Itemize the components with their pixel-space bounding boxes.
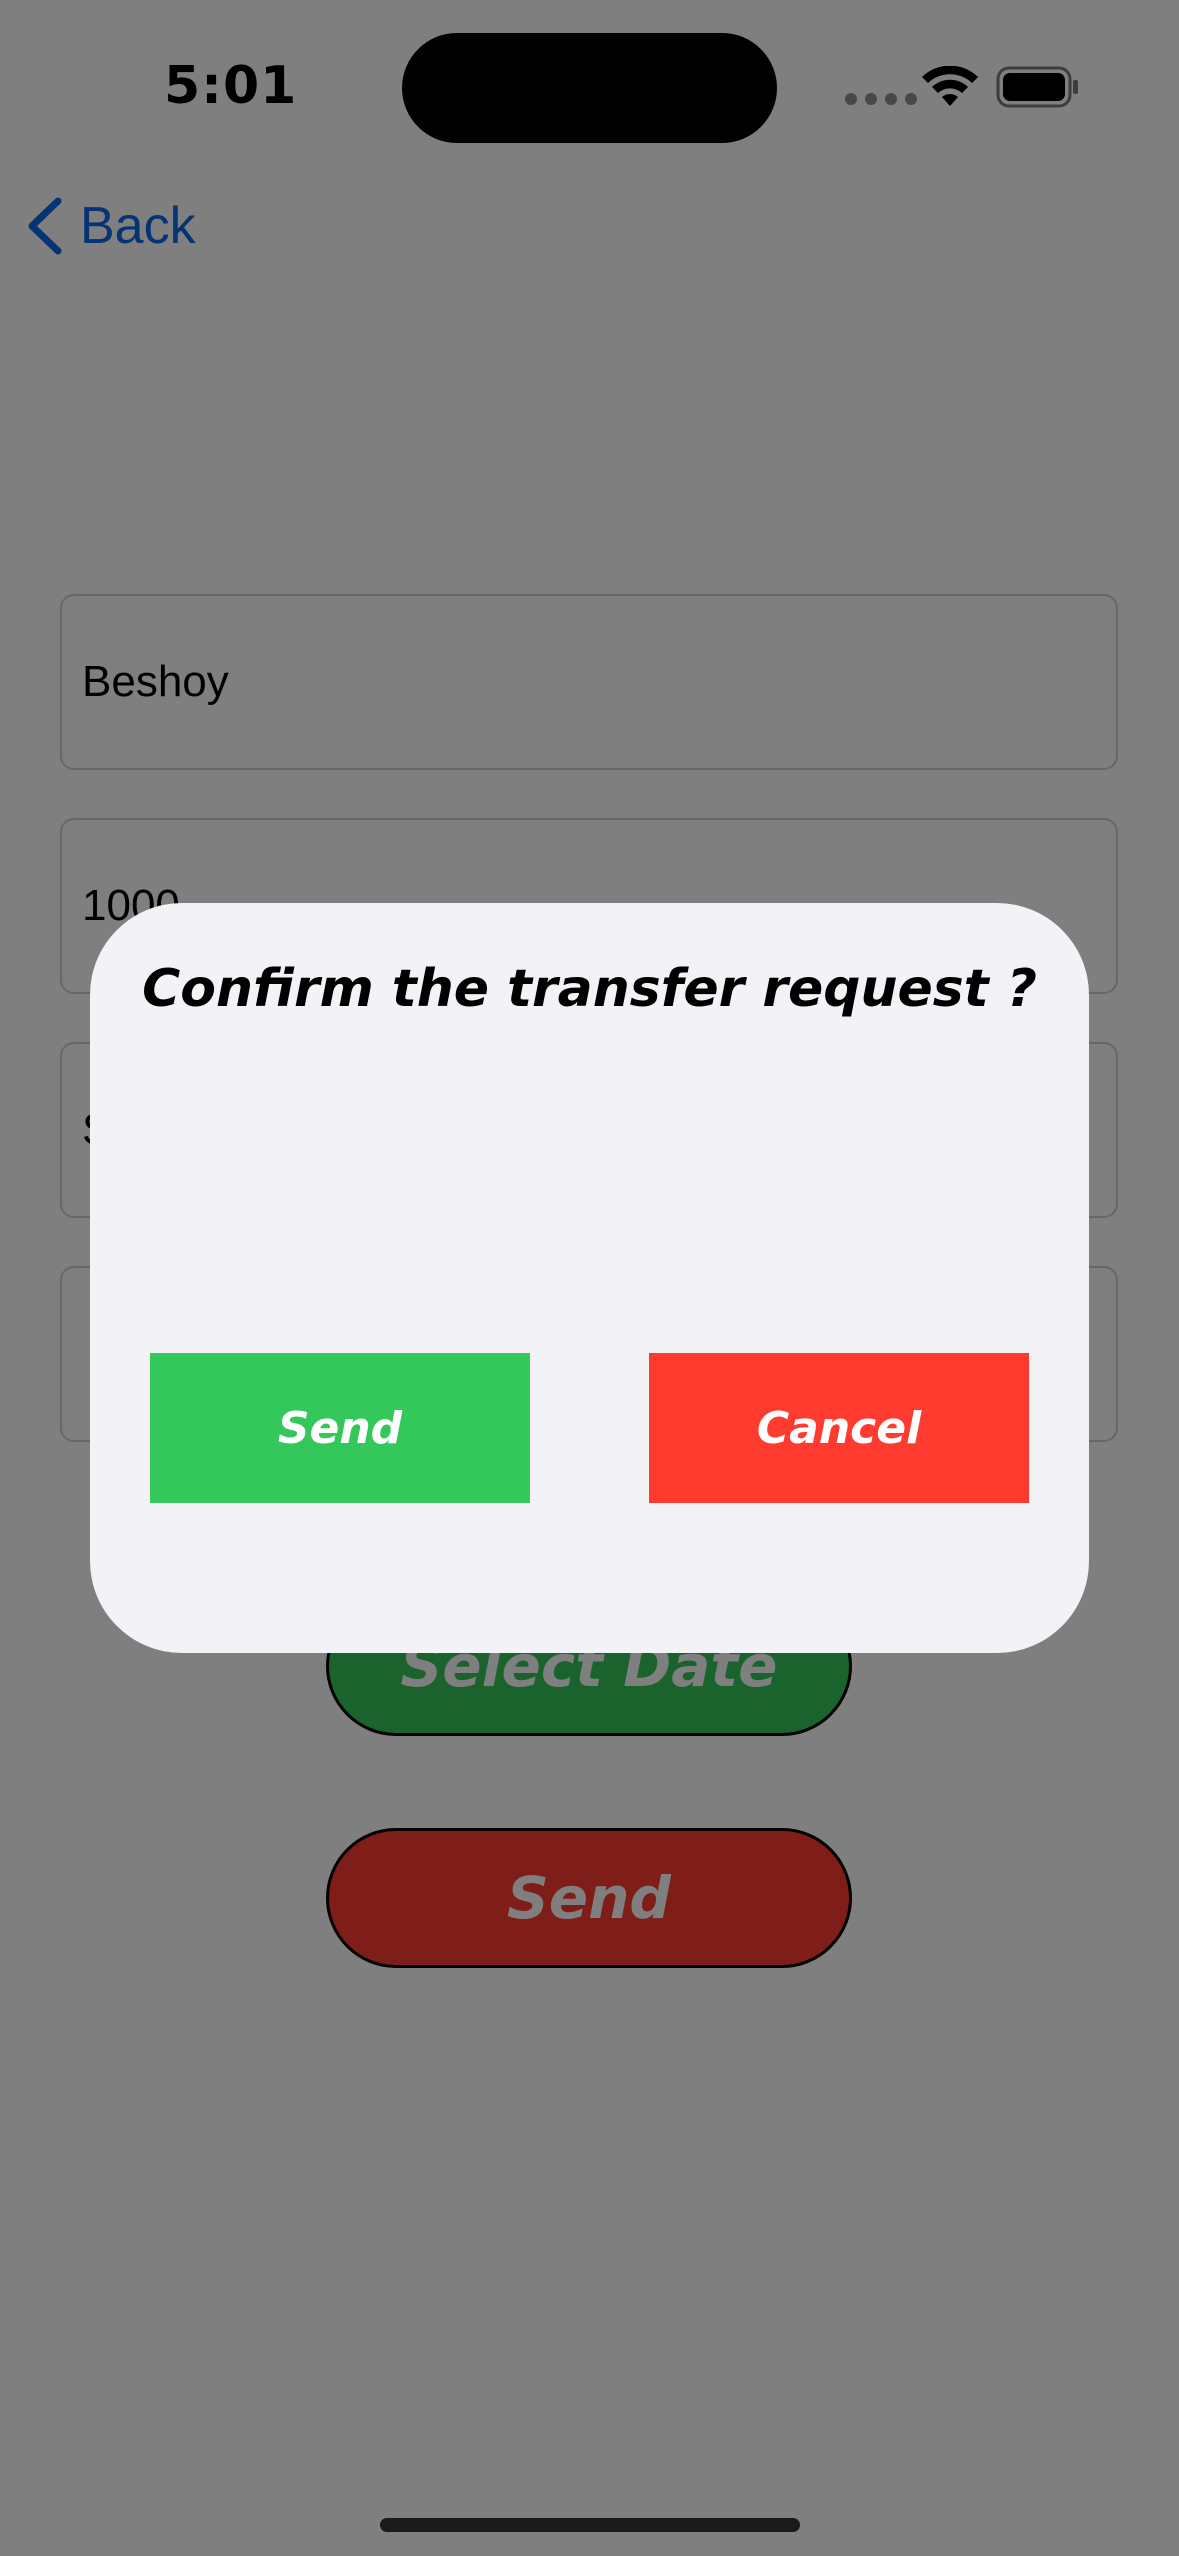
- dialog-title: Confirm the transfer request ?: [142, 959, 1037, 1019]
- transfer-screen: 5:01 Back Beshoy 1000 S Select Date Send…: [0, 0, 1179, 2556]
- dynamic-island: [402, 33, 777, 143]
- confirm-dialog: Confirm the transfer request ? Send Canc…: [90, 903, 1089, 1653]
- dialog-send-button[interactable]: Send: [150, 1353, 530, 1503]
- dialog-cancel-button[interactable]: Cancel: [649, 1353, 1029, 1503]
- home-indicator[interactable]: [380, 2518, 800, 2532]
